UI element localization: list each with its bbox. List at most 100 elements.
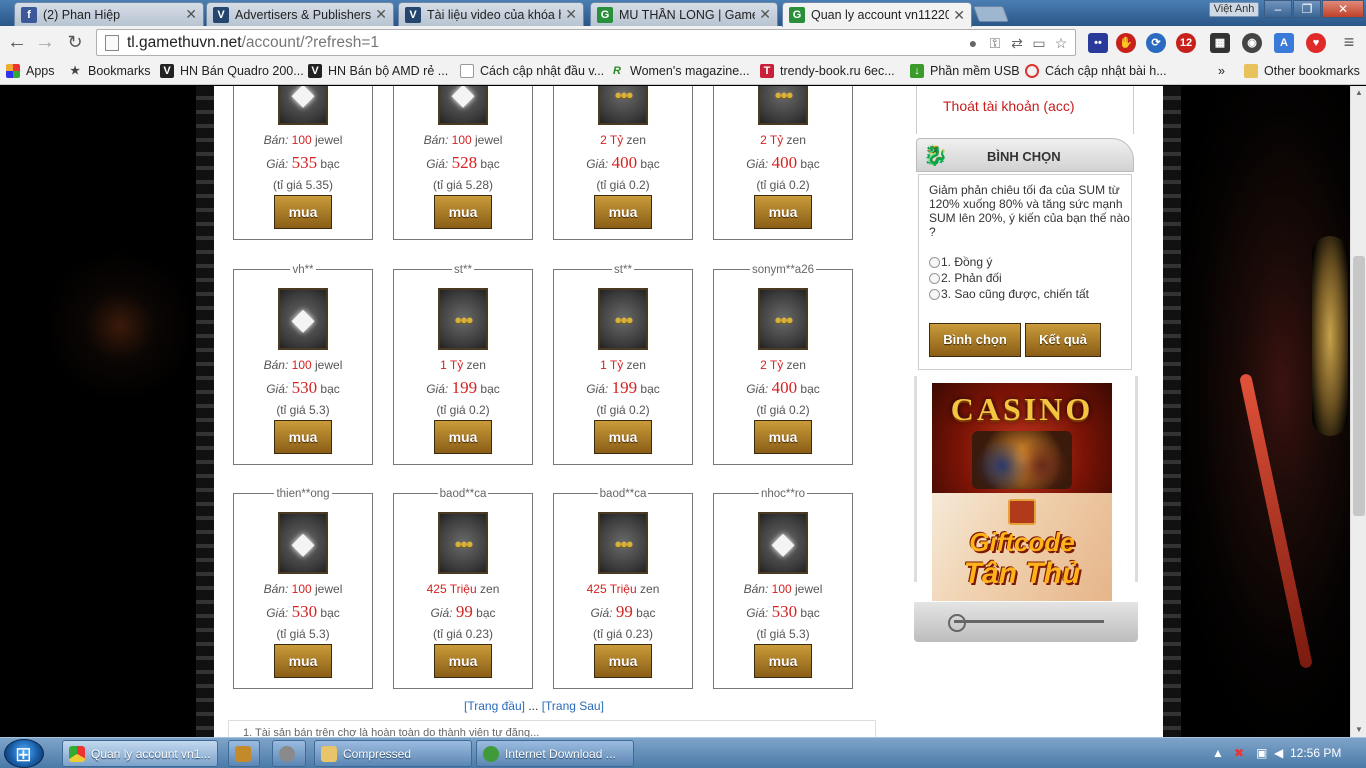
logout-link[interactable]: Thoát tài khoản (acc) [943,98,1075,114]
giftcode-line1: Giftcode [969,527,1075,557]
buy-button[interactable]: mua [274,644,332,678]
profile-name[interactable]: Việt Anh [1209,2,1259,17]
camera-icon[interactable]: ◉ [1242,33,1262,53]
star-icon: ★ [70,65,80,77]
reload-icon[interactable]: ↻ [64,32,86,54]
heart-icon[interactable]: ♥ [1306,33,1326,53]
taskbar-chrome[interactable]: Quan ly account vn1... [62,740,218,767]
buy-button[interactable]: mua [434,420,492,454]
screen-icon[interactable]: ▭ [1031,35,1047,51]
address-bar[interactable]: tl.gamethuvn.net/account/?refresh=1 ● ⚿ … [96,29,1076,56]
taskbar-settings[interactable] [272,740,306,767]
vertical-scrollbar[interactable]: ▲ ▼ [1350,86,1366,737]
price-prefix: Giá: [746,157,769,171]
buy-button[interactable]: mua [594,420,652,454]
price-line: Giá: 535 bạc [234,153,372,173]
taskbar-idm[interactable]: Internet Download ... [476,740,634,767]
taskbar-compressed[interactable]: Compressed [314,740,472,767]
buy-button[interactable]: mua [594,644,652,678]
adblock-icon[interactable]: ✋ [1116,33,1136,53]
radio-button[interactable] [929,272,940,284]
network-icon[interactable]: ✖ [1234,746,1244,760]
buy-button[interactable]: mua [274,420,332,454]
bookmark-amd[interactable]: V HN Bán bộ AMD rẻ ... [308,64,448,78]
tab-advertisers[interactable]: V Advertisers & Publishers ✕ [206,2,394,26]
poll-option-3[interactable]: 3. Sao cũng được, chiến tất [929,287,1089,301]
giftcode-banner[interactable]: Giftcode Tân Thủ [932,493,1112,601]
bookmark-bookmarks[interactable]: ★ Bookmarks [68,64,150,78]
qr-code-icon[interactable]: ▦ [1210,33,1230,53]
location-icon[interactable]: ● [965,35,981,51]
youtube-ext-icon[interactable]: 12 [1176,33,1196,53]
other-bookmarks[interactable]: Other bookmarks [1244,64,1360,78]
results-button[interactable]: Kết quả [1025,323,1101,357]
minimize-button[interactable]: – [1264,0,1292,18]
close-icon[interactable]: ✕ [759,6,771,23]
bookmark-trendy-book[interactable]: T trendy-book.ru 6ec... [760,64,895,78]
tray-arrow-icon[interactable]: ▲ [1212,746,1224,760]
sync-icon[interactable]: ⟳ [1146,33,1166,53]
sell-line: 425 Triệu zen [394,582,532,596]
first-page-link[interactable]: [Trang đầu] [464,699,525,713]
scroll-up-arrow-icon[interactable]: ▲ [1351,86,1366,100]
star-icon[interactable]: ☆ [1053,35,1069,51]
menu-icon[interactable]: ≡ [1338,32,1360,54]
close-icon[interactable]: ✕ [565,6,577,23]
page-viewport: Bán: 100 jewel Giá: 535 bạc (tỉ giá 5.35) m… [0,86,1366,737]
buy-button[interactable]: mua [754,195,812,229]
key-icon[interactable]: ⚿ [987,35,1003,51]
close-icon[interactable]: ✕ [953,7,965,24]
buy-button[interactable]: mua [434,644,492,678]
back-icon[interactable]: ← [6,32,28,54]
zen-coins-icon [438,288,488,350]
translate-ext-icon[interactable]: A [1274,33,1294,53]
price-line: Giá: 400 bạc [714,378,852,398]
scroll-down-arrow-icon[interactable]: ▼ [1351,723,1366,737]
scroll-thumb[interactable] [1353,256,1365,516]
radio-button[interactable] [929,256,940,268]
volume-icon[interactable]: ◀ [1274,746,1283,760]
price-unit: bạc [640,382,660,396]
monitor-icon[interactable]: ▣ [1256,746,1267,760]
buy-button[interactable]: mua [754,644,812,678]
maximize-button[interactable]: ❐ [1293,0,1321,18]
bookmark-quadro[interactable]: V HN Bán Quadro 200... [160,64,304,78]
window-close-button[interactable]: ✕ [1322,0,1364,18]
radio-button[interactable] [929,288,940,300]
translate-icon[interactable]: ⇄ [1009,35,1025,51]
start-button[interactable] [4,739,44,768]
buy-button[interactable]: mua [434,195,492,229]
bookmark-womens-magazine[interactable]: R Women's magazine... [610,64,750,78]
buy-button[interactable]: mua [754,420,812,454]
forward-icon[interactable]: → [34,32,56,54]
new-tab-button[interactable] [973,6,1009,22]
tab-facebook[interactable]: f (2) Phan Hiệp ✕ [14,2,204,26]
close-icon[interactable]: ✕ [185,6,197,23]
tab-video-docs[interactable]: V Tài liệu video của khóa họ ✕ [398,2,584,26]
sell-amount: 1 Tỷ [600,358,624,372]
clock[interactable]: 12:56 PM [1290,746,1341,760]
taskbar-game[interactable] [228,740,260,767]
tab-mu-than-long[interactable]: G MU THẦN LONG | Gameth ✕ [590,2,778,26]
poll-option-1[interactable]: 1. Đồng ý [929,255,992,269]
jewel-icon [758,512,808,574]
tab-account[interactable]: G Quan ly account vn11220 ✕ [782,2,972,27]
poll-option-2[interactable]: 2. Phản đối [929,271,1002,285]
bookmark-cap-nhat-bai[interactable]: Cách cập nhật bài h... [1025,64,1167,78]
windows-taskbar: Quan ly account vn1... Compressed Intern… [0,737,1366,768]
buy-button[interactable]: mua [274,195,332,229]
vote-button[interactable]: Bình chọn [929,323,1021,357]
casino-banner[interactable]: CASINO [932,383,1112,493]
buy-button[interactable]: mua [594,195,652,229]
bookmark-cap-nhat[interactable]: Cách cập nhật đầu v... [460,64,604,78]
sell-prefix: Bán: [263,358,289,372]
bookmark-apps[interactable]: Apps [6,64,55,78]
bookmarks-overflow[interactable]: » [1218,64,1225,78]
close-icon[interactable]: ✕ [375,6,387,23]
url-text[interactable]: tl.gamethuvn.net/account/?refresh=1 [127,34,379,52]
next-page-link[interactable]: [Trang Sau] [542,699,604,713]
flickr-icon[interactable]: •• [1088,33,1108,53]
sell-prefix: Bán: [263,582,289,596]
bookmark-phan-mem-usb[interactable]: ↓ Phần mềm USB [910,64,1020,78]
page-content: Bán: 100 jewel Giá: 535 bạc (tỉ giá 5.35) m… [214,86,1163,737]
